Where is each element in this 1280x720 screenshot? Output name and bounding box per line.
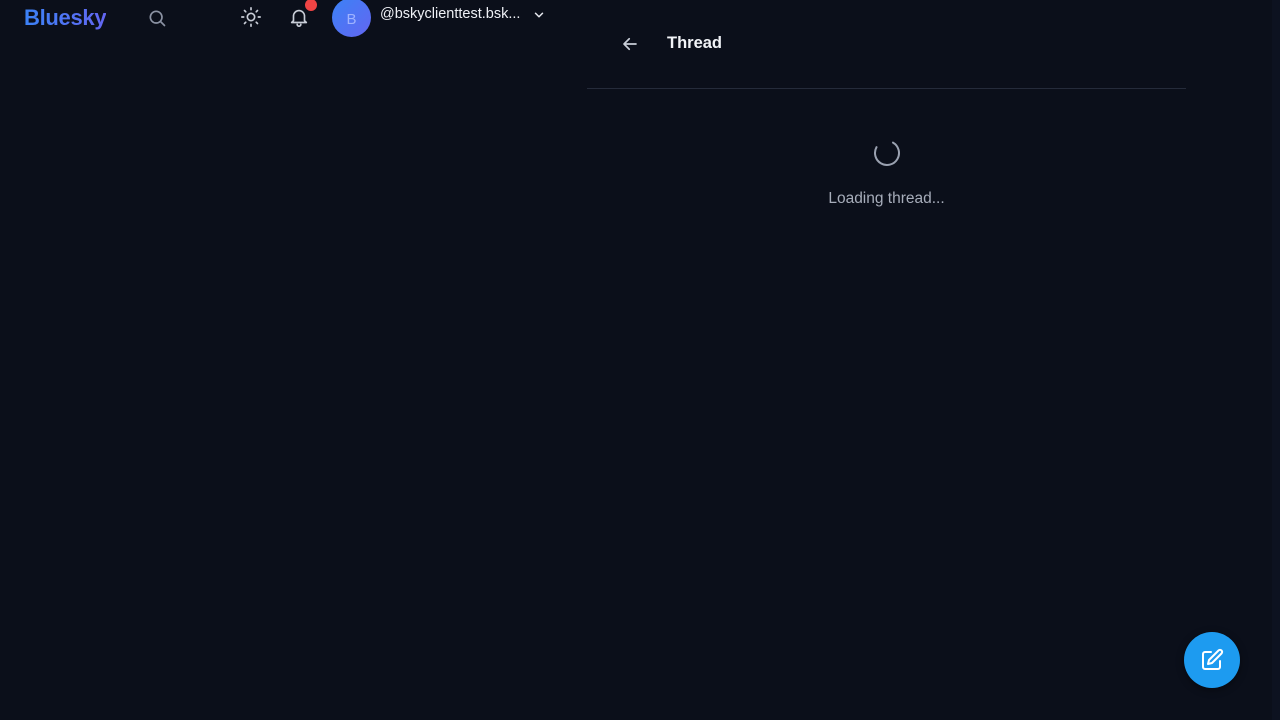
search-button[interactable] <box>145 6 169 30</box>
account-menu[interactable]: B @bskyclienttest.bsk... <box>332 0 546 37</box>
sun-icon <box>241 7 261 27</box>
search-icon <box>149 10 166 27</box>
compose-button[interactable] <box>1184 632 1240 688</box>
page-title: Thread <box>667 34 723 52</box>
loading-indicator: Loading thread... <box>587 138 1186 208</box>
thread-header: Thread <box>587 0 1186 89</box>
brand-logo[interactable]: Bluesky <box>24 5 107 31</box>
thread-column: Thread Loading thread... <box>587 0 1186 720</box>
avatar[interactable]: B <box>332 0 371 37</box>
chevron-down-icon <box>535 12 544 18</box>
spinner-icon <box>873 140 900 166</box>
app-root: Bluesky B @bskyclienttest.bsk... Thread … <box>0 0 1280 720</box>
loading-text: Loading thread... <box>828 190 945 207</box>
back-button[interactable] <box>618 33 642 55</box>
account-menu-toggle[interactable] <box>532 8 546 22</box>
avatar-initial: B <box>346 10 357 28</box>
notification-badge <box>305 0 317 11</box>
scrollbar[interactable] <box>1272 0 1280 720</box>
notifications-button[interactable] <box>287 0 317 29</box>
account-handle: @bskyclienttest.bsk... <box>380 6 521 22</box>
pencil-square-icon <box>1202 648 1224 670</box>
arrow-left-icon <box>623 37 637 51</box>
theme-toggle-button[interactable] <box>239 5 263 29</box>
